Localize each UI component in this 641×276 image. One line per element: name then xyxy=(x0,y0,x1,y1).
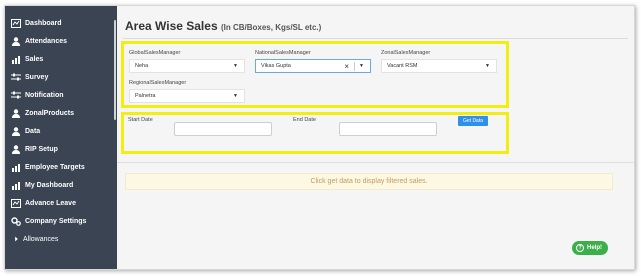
sidebar-item-allowances[interactable]: Allowances xyxy=(5,230,117,248)
national-sales-manager-select[interactable]: Vikas Gupta × ▼ xyxy=(255,59,371,73)
chart-icon xyxy=(10,181,21,190)
info-alert-text: Click get data to display filtered sales… xyxy=(310,178,428,185)
user-icon xyxy=(10,108,21,118)
regional-sales-manager-select[interactable]: Palnetra ▼ xyxy=(129,89,245,103)
global-sales-manager-value: Neha xyxy=(135,63,149,69)
sidebar-item-label: Allowances xyxy=(23,235,59,243)
get-data-button[interactable]: Get Data xyxy=(458,116,489,126)
sidebar-item-advance-leave[interactable]: Advance Leave xyxy=(5,194,117,212)
regional-sales-manager-value: Palnetra xyxy=(135,93,156,99)
help-button-label: Help! xyxy=(587,245,602,251)
end-date-label: End Date xyxy=(293,117,316,123)
regional-sales-manager-label: RegionalSalesManager xyxy=(129,80,187,86)
sidebar-item-zonalproducts[interactable]: ZonalProducts xyxy=(5,104,117,122)
caret-right-icon xyxy=(13,235,19,244)
zonal-sales-manager-select[interactable]: Vacant RSM ▼ xyxy=(381,59,497,73)
sidebar-item-label: Employee Targets xyxy=(25,163,85,171)
sliders-icon xyxy=(10,91,21,100)
clear-icon[interactable]: × xyxy=(344,62,349,71)
title-divider xyxy=(123,38,628,39)
sidebar-item-label: My Dashboard xyxy=(25,181,74,189)
chart-icon xyxy=(10,55,21,64)
help-button[interactable]: ? Help! xyxy=(572,241,608,255)
start-date-label: Start Date xyxy=(128,117,153,123)
end-date-input[interactable] xyxy=(339,122,437,136)
page-subtitle: (In CB/Boxes, Kgs/SL etc.) xyxy=(220,23,322,32)
sidebar-item-notification[interactable]: Notification xyxy=(5,86,117,104)
global-sales-manager-select[interactable]: Neha ▼ xyxy=(129,59,245,73)
dashboard-icon xyxy=(10,18,21,28)
dashboard-icon xyxy=(10,198,21,208)
national-sales-manager-value: Vikas Gupta xyxy=(261,63,291,69)
sidebar-item-label: Sales xyxy=(25,55,44,63)
sidebar-item-label: Survey xyxy=(25,73,49,81)
sidebar-item-data[interactable]: Data xyxy=(5,122,117,140)
sidebar: Dashboard Attendances Sales Survey Notif… xyxy=(5,6,117,269)
question-icon: ? xyxy=(576,244,584,252)
chevron-down-icon: ▼ xyxy=(233,93,238,99)
sidebar-item-my-dashboard[interactable]: My Dashboard xyxy=(5,176,117,194)
zonal-sales-manager-value: Vacant RSM xyxy=(387,63,418,69)
sidebar-item-label: Data xyxy=(25,127,41,135)
chevron-down-icon: ▼ xyxy=(359,63,364,69)
user-icon xyxy=(10,126,21,136)
sidebar-item-label: Advance Leave xyxy=(25,199,76,207)
user-icon xyxy=(10,36,21,46)
sidebar-item-label: RIP Setup xyxy=(25,145,58,153)
page-title-text: Area Wise Sales xyxy=(125,19,218,33)
sidebar-item-rip-setup[interactable]: RIP Setup xyxy=(5,140,117,158)
sidebar-item-survey[interactable]: Survey xyxy=(5,68,117,86)
zonal-sales-manager-label: ZonalSalesManager xyxy=(381,50,431,56)
sidebar-item-label: Company Settings xyxy=(25,217,87,225)
national-sales-manager-label: NationalSalesManager xyxy=(255,50,311,56)
main-content: Area Wise Sales (In CB/Boxes, Kgs/SL etc… xyxy=(117,6,634,269)
chevron-down-icon: ▼ xyxy=(233,63,238,69)
sidebar-item-label: Notification xyxy=(25,91,64,99)
sidebar-item-label: Dashboard xyxy=(25,19,62,27)
sliders-icon xyxy=(10,73,21,82)
user-icon xyxy=(10,144,21,154)
info-alert: Click get data to display filtered sales… xyxy=(125,173,613,190)
section-divider xyxy=(117,162,634,163)
sidebar-item-attendances[interactable]: Attendances xyxy=(5,32,117,50)
global-sales-manager-label: GlobalSalesManager xyxy=(129,50,181,56)
sidebar-item-sales[interactable]: Sales xyxy=(5,50,117,68)
chart-icon xyxy=(10,163,21,172)
sidebar-item-company-settings[interactable]: Company Settings xyxy=(5,212,117,230)
sidebar-item-dashboard[interactable]: Dashboard xyxy=(5,14,117,32)
sidebar-item-employee-targets[interactable]: Employee Targets xyxy=(5,158,117,176)
sidebar-item-label: ZonalProducts xyxy=(25,109,75,117)
start-date-input[interactable] xyxy=(174,122,272,136)
app-window: Dashboard Attendances Sales Survey Notif… xyxy=(4,5,635,270)
chevron-down-icon: ▼ xyxy=(485,63,490,69)
select-separator xyxy=(354,62,355,71)
page-title: Area Wise Sales (In CB/Boxes, Kgs/SL etc… xyxy=(125,19,321,33)
sidebar-item-label: Attendances xyxy=(25,37,68,45)
gears-icon xyxy=(10,216,21,226)
